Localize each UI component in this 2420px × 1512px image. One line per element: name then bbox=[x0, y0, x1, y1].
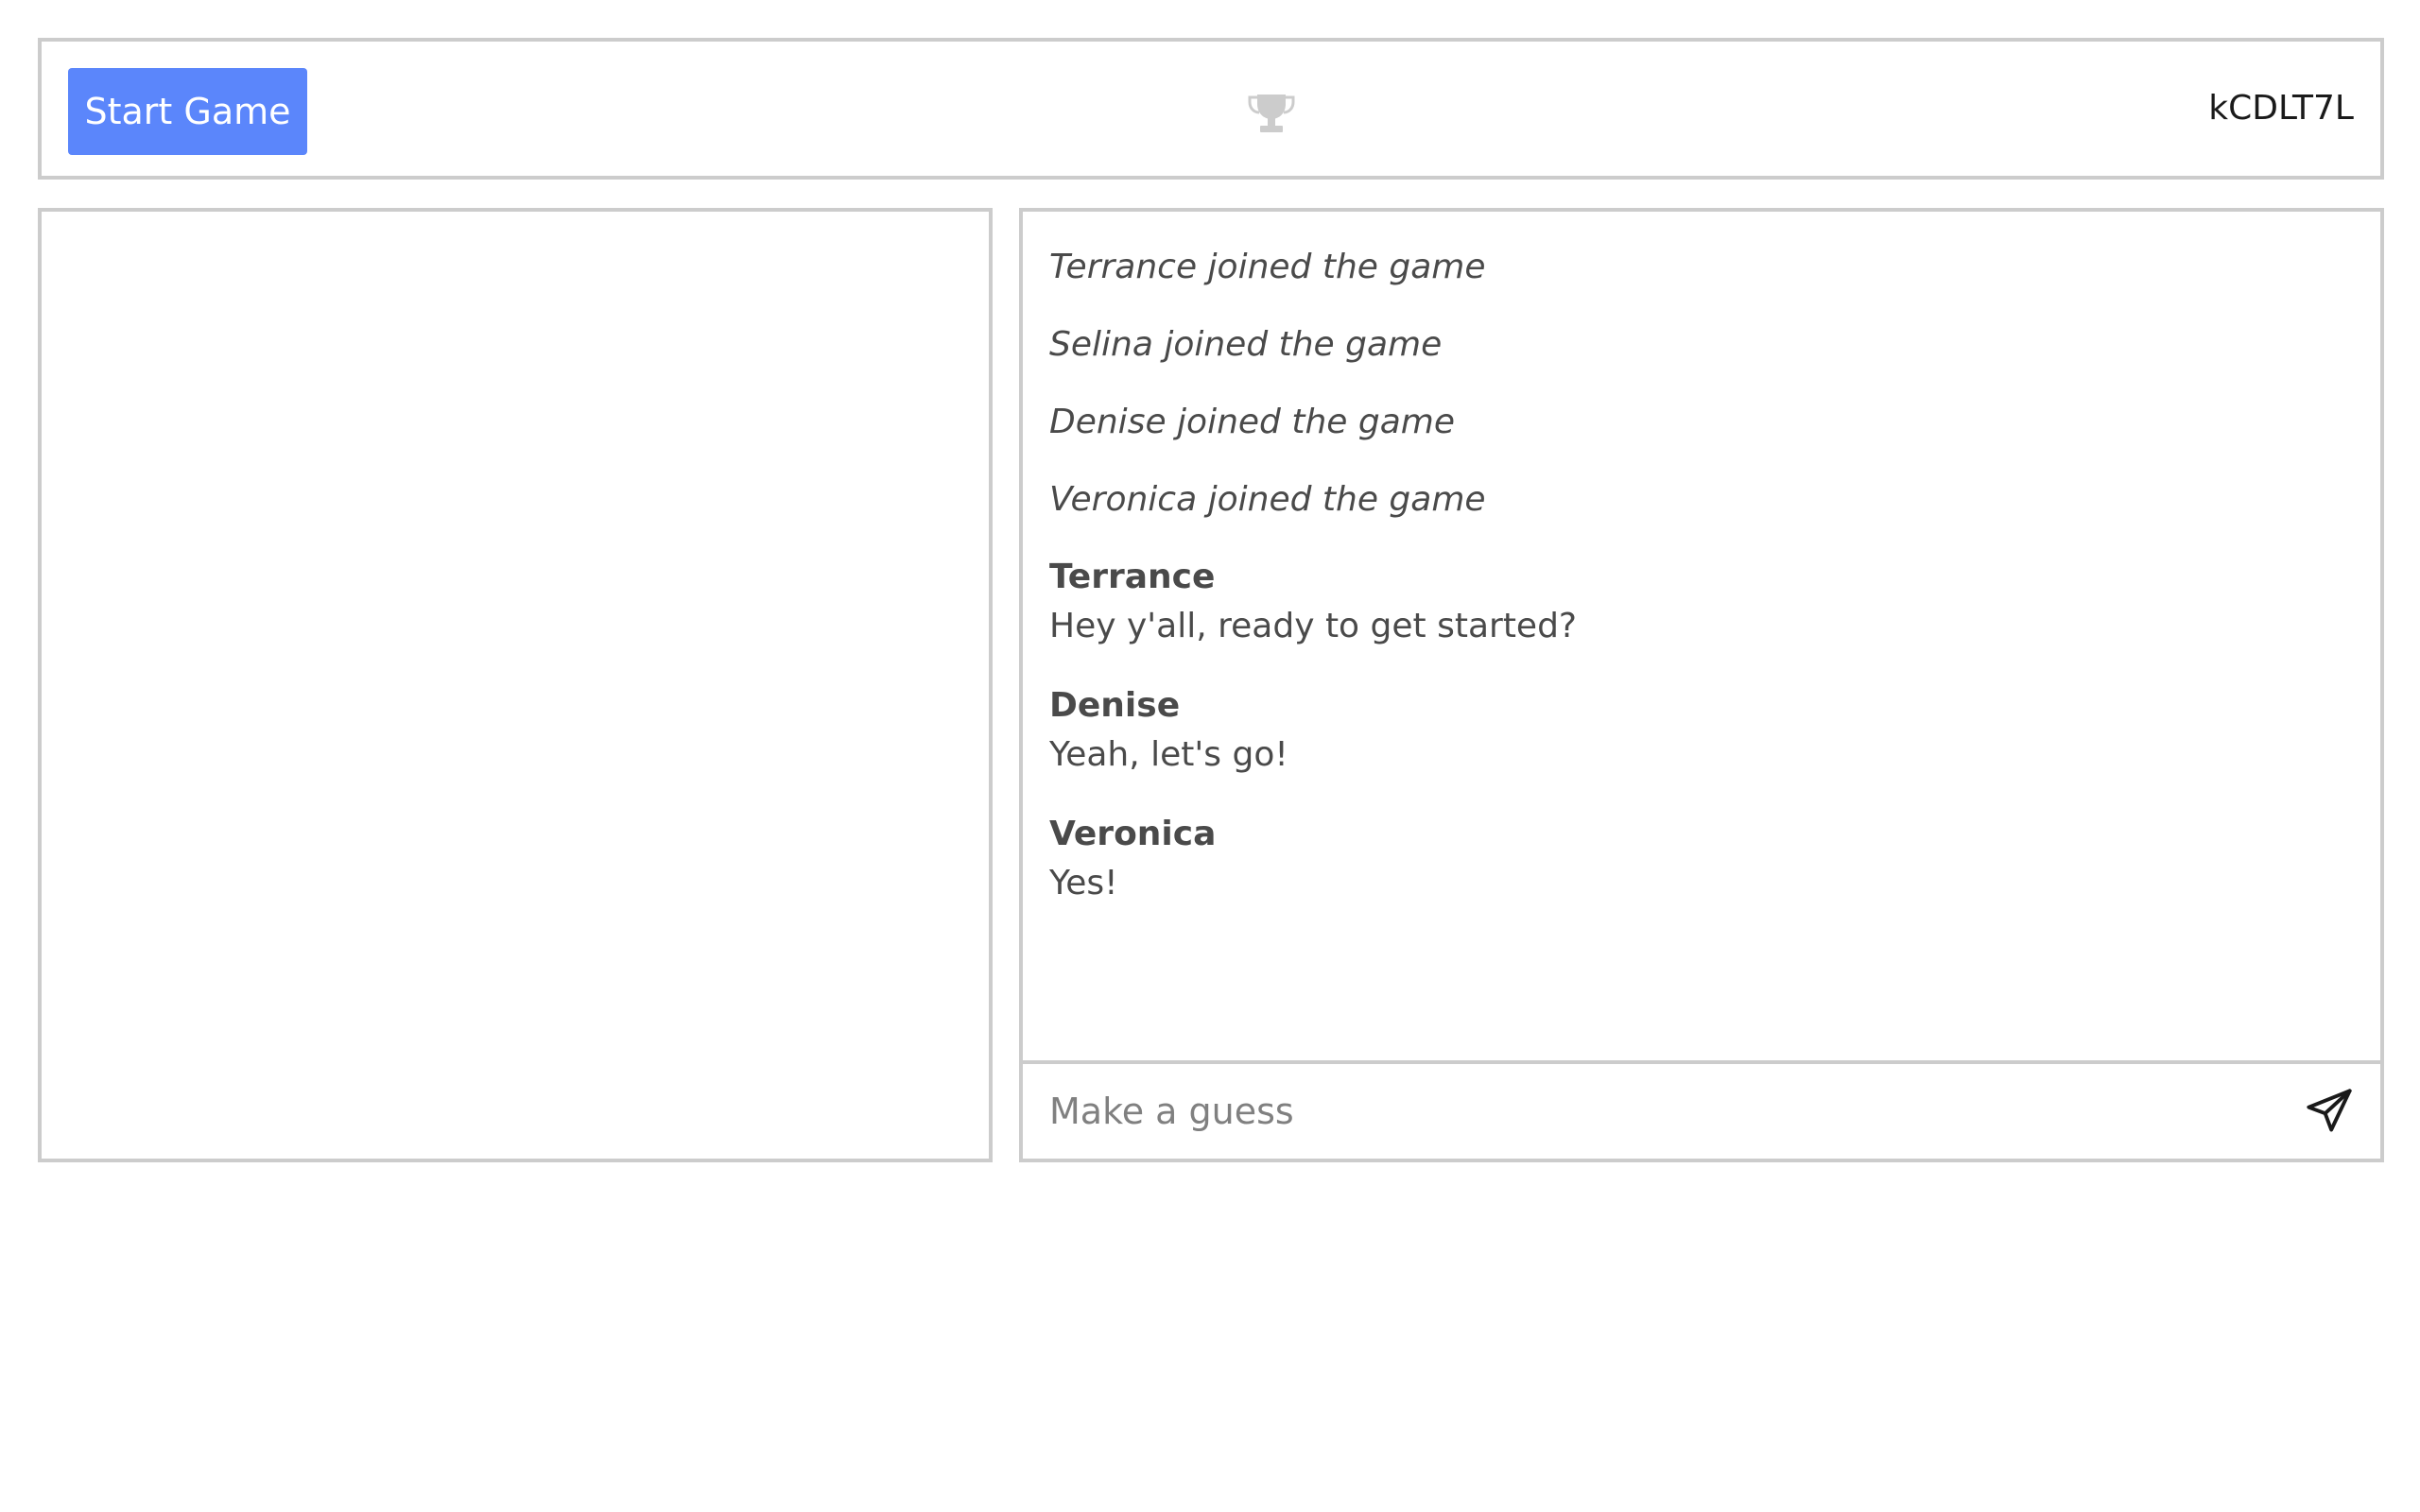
send-button[interactable] bbox=[2305, 1087, 2354, 1136]
system-message: Selina joined the game bbox=[1049, 325, 1443, 364]
chat-panel: Terrance joined the game Selina joined t… bbox=[1019, 208, 2384, 1162]
game-header: Start Game kCDLT7L bbox=[38, 38, 2384, 180]
guess-input[interactable] bbox=[1023, 1064, 2271, 1159]
room-code: kCDLT7L bbox=[2208, 89, 2354, 128]
drawing-canvas[interactable] bbox=[38, 208, 993, 1162]
system-message: Denise joined the game bbox=[1049, 403, 1455, 441]
send-icon bbox=[2307, 1089, 2352, 1132]
trophy-icon[interactable] bbox=[1248, 93, 1295, 134]
message-text: Yes! bbox=[1049, 864, 1118, 902]
chat-messages: Terrance joined the game Selina joined t… bbox=[1023, 212, 2380, 1060]
chat-message: Terrance Hey y'all, ready to get started… bbox=[1049, 554, 2354, 652]
start-game-button[interactable]: Start Game bbox=[68, 68, 307, 155]
message-author: Terrance bbox=[1049, 558, 1216, 596]
message-text: Hey y'all, ready to get started? bbox=[1049, 607, 1578, 645]
message-author: Veronica bbox=[1049, 815, 1217, 853]
message-author: Denise bbox=[1049, 686, 1181, 725]
chat-message: Denise Yeah, let's go! bbox=[1049, 682, 2354, 781]
system-message: Terrance joined the game bbox=[1049, 248, 1486, 286]
game-page: Start Game kCDLT7L Terrance joined the g… bbox=[0, 0, 2420, 1512]
message-text: Yeah, let's go! bbox=[1049, 735, 1288, 774]
system-message: Veronica joined the game bbox=[1049, 480, 1486, 519]
chat-message: Veronica Yes! bbox=[1049, 811, 2354, 909]
guess-bar bbox=[1023, 1060, 2380, 1159]
